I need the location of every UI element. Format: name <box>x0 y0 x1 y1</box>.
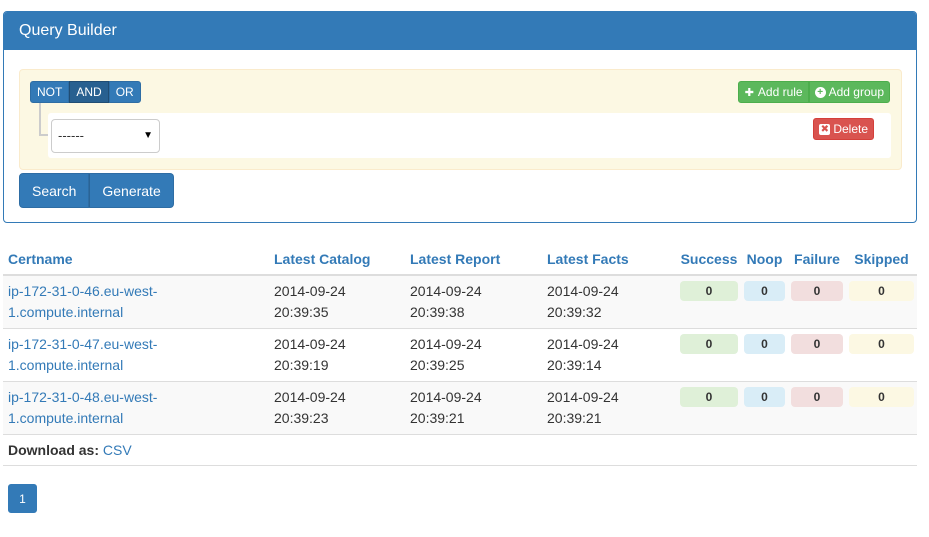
failure-cell: 0 <box>788 381 846 435</box>
table-header-row: Certname Latest Catalog Latest Report La… <box>3 244 917 276</box>
success-cell: 0 <box>677 328 741 382</box>
failure-cell: 0 <box>788 274 846 329</box>
catalog-cell: 2014-09-24 20:39:35 <box>269 274 405 329</box>
table-footer-row: Download as: CSV <box>3 434 917 466</box>
certname-link[interactable]: ip-172-31-0-48.eu-west-1.compute.interna… <box>8 389 157 426</box>
report-cell: 2014-09-24 20:39:38 <box>405 274 542 329</box>
condition-and-button[interactable]: AND <box>69 81 109 103</box>
condition-not-button[interactable]: NOT <box>30 81 70 103</box>
success-count-badge: 0 <box>680 334 738 354</box>
success-cell: 0 <box>677 274 741 329</box>
skipped-count-badge: 0 <box>849 334 914 354</box>
table-row: ip-172-31-0-48.eu-west-1.compute.interna… <box>3 381 917 435</box>
download-cell: Download as: CSV <box>3 434 917 466</box>
condition-toggle-group: NOT AND OR <box>30 81 141 103</box>
group-actions: ✚ Add rule + Add group <box>737 81 890 103</box>
facts-cell: 2014-09-24 20:39:32 <box>542 274 677 329</box>
success-count-badge: 0 <box>680 281 738 301</box>
search-button[interactable]: Search <box>19 173 90 208</box>
table-row: ip-172-31-0-46.eu-west-1.compute.interna… <box>3 274 917 329</box>
catalog-date: 2014-09-24 <box>274 283 346 299</box>
download-label: Download as: <box>8 442 100 458</box>
add-rule-button[interactable]: ✚ Add rule <box>737 81 809 103</box>
noop-cell: 0 <box>741 328 788 382</box>
generate-button[interactable]: Generate <box>89 173 174 208</box>
catalog-date: 2014-09-24 <box>274 389 346 405</box>
report-cell: 2014-09-24 20:39:21 <box>405 381 542 435</box>
rule-filter-value: ------ <box>58 128 84 143</box>
column-header-latest-report[interactable]: Latest Report <box>405 244 542 276</box>
catalog-cell: 2014-09-24 20:39:19 <box>269 328 405 382</box>
report-date: 2014-09-24 <box>410 336 482 352</box>
catalog-date: 2014-09-24 <box>274 336 346 352</box>
delete-rule-button[interactable]: ✖ Delete <box>813 118 874 140</box>
rule-group: NOT AND OR ✚ Add rule + Add group ------… <box>19 69 902 170</box>
add-rule-label: Add rule <box>757 85 803 99</box>
remove-icon: ✖ <box>819 123 831 135</box>
plus-icon: ✚ <box>744 86 755 99</box>
pagination-page-button[interactable]: 1 <box>8 484 37 513</box>
failure-count-badge: 0 <box>791 334 843 354</box>
report-time: 20:39:38 <box>410 304 465 320</box>
query-actions: Search Generate <box>19 173 174 208</box>
rule-row: ------ ▼ ✖ Delete <box>48 113 891 158</box>
facts-time: 20:39:32 <box>547 304 602 320</box>
column-header-failure[interactable]: Failure <box>788 244 846 276</box>
facts-time: 20:39:21 <box>547 410 602 426</box>
nodes-table: Certname Latest Catalog Latest Report La… <box>3 244 917 466</box>
noop-count-badge: 0 <box>744 334 785 354</box>
certname-cell: ip-172-31-0-46.eu-west-1.compute.interna… <box>3 274 269 329</box>
report-cell: 2014-09-24 20:39:25 <box>405 328 542 382</box>
noop-cell: 0 <box>741 381 788 435</box>
column-header-noop[interactable]: Noop <box>741 244 788 276</box>
facts-cell: 2014-09-24 20:39:14 <box>542 328 677 382</box>
facts-date: 2014-09-24 <box>547 283 619 299</box>
facts-date: 2014-09-24 <box>547 336 619 352</box>
skipped-count-badge: 0 <box>849 387 914 407</box>
report-time: 20:39:21 <box>410 410 465 426</box>
catalog-time: 20:39:19 <box>274 357 329 373</box>
add-group-button[interactable]: + Add group <box>808 81 890 103</box>
skipped-count-badge: 0 <box>849 281 914 301</box>
condition-or-button[interactable]: OR <box>108 81 141 103</box>
add-group-label: Add group <box>828 85 884 99</box>
failure-count-badge: 0 <box>791 387 843 407</box>
column-header-latest-catalog[interactable]: Latest Catalog <box>269 244 405 276</box>
facts-time: 20:39:14 <box>547 357 602 373</box>
facts-date: 2014-09-24 <box>547 389 619 405</box>
column-header-skipped[interactable]: Skipped <box>846 244 917 276</box>
query-builder-panel: Query Builder NOT AND OR ✚ Add rule + Ad… <box>3 11 917 223</box>
certname-link[interactable]: ip-172-31-0-46.eu-west-1.compute.interna… <box>8 283 157 320</box>
delete-label: Delete <box>833 122 868 136</box>
failure-cell: 0 <box>788 328 846 382</box>
certname-cell: ip-172-31-0-48.eu-west-1.compute.interna… <box>3 381 269 435</box>
column-header-latest-facts[interactable]: Latest Facts <box>542 244 677 276</box>
skipped-cell: 0 <box>846 274 917 329</box>
table-row: ip-172-31-0-47.eu-west-1.compute.interna… <box>3 328 917 382</box>
failure-count-badge: 0 <box>791 281 843 301</box>
report-time: 20:39:25 <box>410 357 465 373</box>
report-date: 2014-09-24 <box>410 389 482 405</box>
caret-down-icon: ▼ <box>143 130 153 141</box>
noop-count-badge: 0 <box>744 387 785 407</box>
noop-count-badge: 0 <box>744 281 785 301</box>
catalog-cell: 2014-09-24 20:39:23 <box>269 381 405 435</box>
certname-link[interactable]: ip-172-31-0-47.eu-west-1.compute.interna… <box>8 336 157 373</box>
plus-circle-icon: + <box>814 86 826 98</box>
rule-filter-select[interactable]: ------ ▼ <box>51 119 160 153</box>
success-cell: 0 <box>677 381 741 435</box>
catalog-time: 20:39:35 <box>274 304 329 320</box>
report-date: 2014-09-24 <box>410 283 482 299</box>
skipped-cell: 0 <box>846 328 917 382</box>
certname-cell: ip-172-31-0-47.eu-west-1.compute.interna… <box>3 328 269 382</box>
skipped-cell: 0 <box>846 381 917 435</box>
column-header-success[interactable]: Success <box>677 244 741 276</box>
download-csv-link[interactable]: CSV <box>103 442 132 458</box>
column-header-certname[interactable]: Certname <box>3 244 269 276</box>
success-count-badge: 0 <box>680 387 738 407</box>
panel-title: Query Builder <box>4 12 916 50</box>
noop-cell: 0 <box>741 274 788 329</box>
facts-cell: 2014-09-24 20:39:21 <box>542 381 677 435</box>
catalog-time: 20:39:23 <box>274 410 329 426</box>
